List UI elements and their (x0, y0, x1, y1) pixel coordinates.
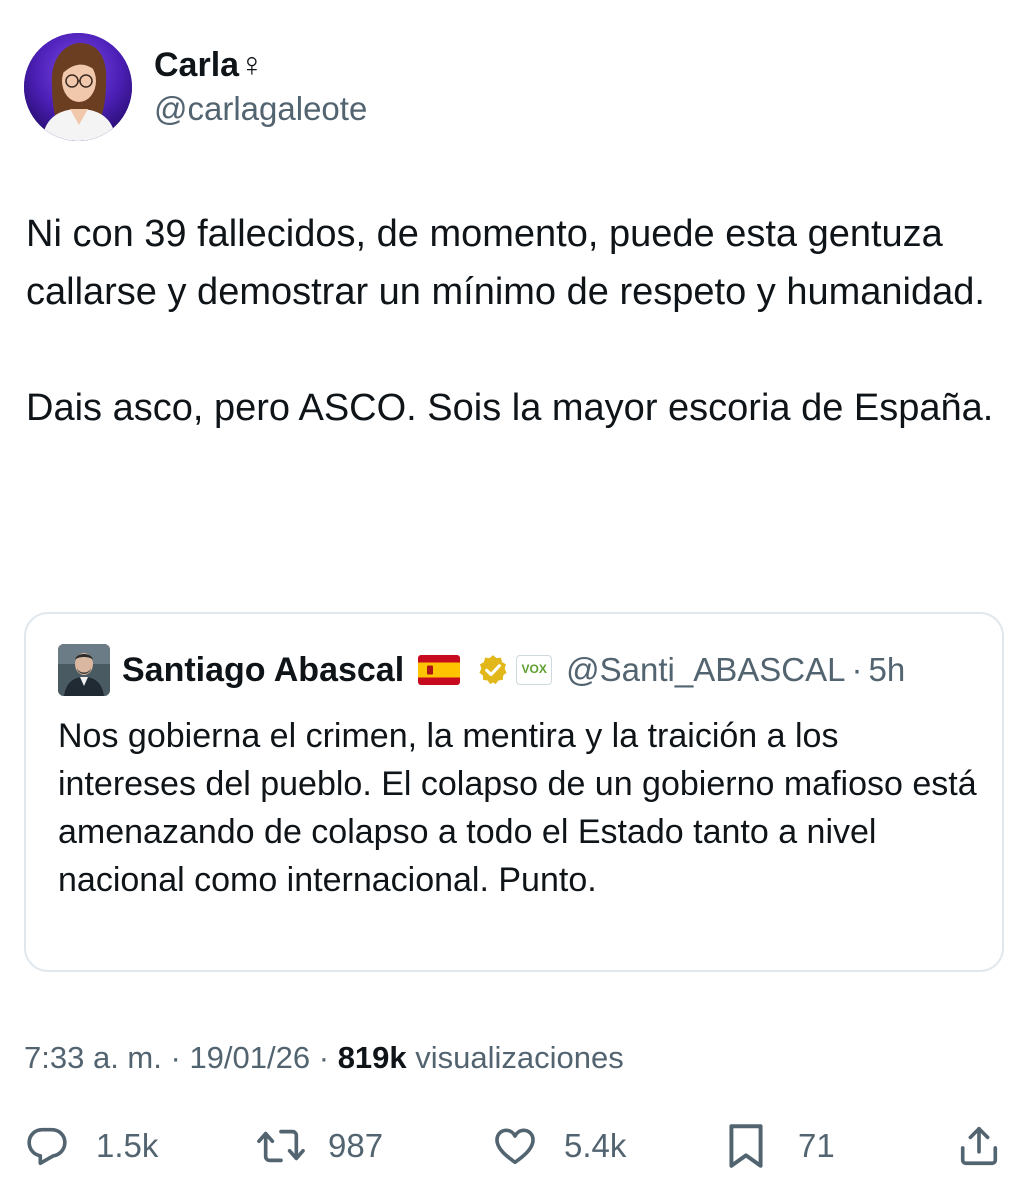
views-label: visualizaciones (415, 1040, 624, 1075)
tweet: Carla♀ @carlagaleote Ni con 39 fallecido… (0, 0, 1030, 1200)
bookmark-button[interactable]: 71 (724, 1118, 835, 1174)
affiliation-badge: VOX (516, 655, 553, 685)
spain-flag-icon (418, 655, 461, 685)
tweet-time[interactable]: 7:33 a. m. (24, 1040, 162, 1075)
like-button[interactable]: 5.4k (492, 1118, 626, 1174)
quoted-handle[interactable]: @Santi_ABASCAL (566, 651, 845, 689)
tweet-text: Ni con 39 fallecidos, de momento, puede … (26, 205, 1006, 437)
bookmark-icon (724, 1121, 768, 1171)
views-count: 819k (337, 1040, 407, 1075)
quoted-avatar-image (58, 644, 110, 696)
quoted-tweet-text: Nos gobierna el crimen, la mentira y la … (58, 717, 977, 899)
bookmark-count: 71 (798, 1127, 835, 1164)
meta-separator: · (170, 1040, 181, 1075)
tweet-author: Carla♀ @carlagaleote (24, 32, 367, 142)
repost-count: 987 (328, 1127, 384, 1164)
tweet-paragraph: Dais asco, pero ASCO. Sois la mayor esco… (26, 387, 994, 429)
meta-separator: · (318, 1040, 330, 1075)
heart-icon (492, 1123, 538, 1169)
author-names: Carla♀ @carlagaleote (154, 44, 367, 130)
quoted-tweet-header: Santiago Abascal VOX @Santi_ABASCAL · 5h (58, 642, 905, 698)
quoted-timestamp[interactable]: 5h (868, 651, 905, 689)
tweet-date[interactable]: 19/01/26 (189, 1040, 310, 1075)
author-handle[interactable]: @carlagaleote (154, 88, 367, 130)
reply-icon (24, 1123, 70, 1169)
tweet-meta: 7:33 a. m. · 19/01/26 · 819k visualizaci… (24, 1036, 624, 1080)
quoted-display-name[interactable]: Santiago Abascal (122, 651, 404, 690)
share-button[interactable] (956, 1118, 1002, 1174)
share-icon (956, 1122, 1002, 1170)
reply-button[interactable]: 1.5k (24, 1118, 158, 1174)
repost-icon (256, 1123, 306, 1169)
quoted-tweet[interactable]: Santiago Abascal VOX @Santi_ABASCAL · 5h… (24, 612, 1004, 972)
author-display-name[interactable]: Carla♀ (154, 44, 367, 86)
action-bar: 1.5k 987 5.4k 71 (0, 1118, 1030, 1174)
like-count: 5.4k (564, 1127, 627, 1164)
repost-button[interactable]: 987 (256, 1118, 383, 1174)
reply-count: 1.5k (96, 1127, 159, 1164)
quoted-avatar[interactable] (58, 644, 110, 696)
avatar[interactable] (24, 33, 132, 141)
tweet-paragraph: Ni con 39 fallecidos, de momento, puede … (26, 213, 985, 313)
verified-badge-icon (476, 653, 510, 687)
quoted-separator: · (851, 651, 863, 688)
avatar-image (24, 33, 132, 141)
